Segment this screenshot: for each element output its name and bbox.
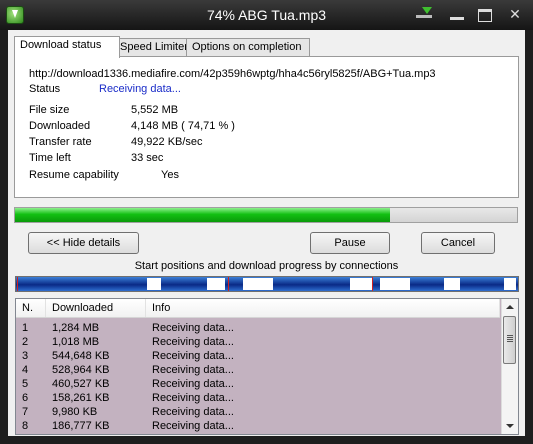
table-row[interactable]: 3 544,648 KB Receiving data...	[16, 349, 500, 363]
status-value: Receiving data...	[99, 83, 181, 95]
row-downloaded: 528,964 KB	[52, 364, 110, 376]
dialog-client: Download status Speed Limiter Options on…	[8, 30, 525, 436]
file-size-label: File size	[29, 104, 70, 116]
scroll-down-icon[interactable]	[502, 418, 518, 434]
row-number: 6	[22, 392, 29, 404]
list-scrollbar[interactable]	[501, 299, 518, 434]
row-info: Receiving data...	[152, 392, 234, 404]
tab-speed-limiter[interactable]: Speed Limiter	[114, 38, 194, 57]
row-info: Receiving data...	[152, 420, 234, 432]
row-downloaded: 9,980 KB	[52, 406, 98, 418]
list-header: N. Downloaded Info	[16, 299, 500, 318]
maximize-button[interactable]	[474, 6, 496, 22]
tab-download-status[interactable]: Download status	[14, 36, 120, 58]
connection-marker	[17, 277, 18, 291]
connection-gap	[207, 278, 225, 290]
column-header-info[interactable]: Info	[146, 299, 500, 317]
row-info: Receiving data...	[152, 322, 234, 334]
row-number: 2	[22, 336, 29, 348]
row-downloaded: 1,284 MB	[52, 322, 100, 334]
tab-options-on-completion[interactable]: Options on completion	[186, 38, 310, 57]
connection-gap	[380, 278, 410, 290]
table-row[interactable]: 4 528,964 KB Receiving data...	[16, 363, 500, 377]
resume-capability-label: Resume capability	[29, 169, 119, 181]
column-header-number[interactable]: N.	[16, 299, 46, 317]
row-downloaded: 460,527 KB	[52, 378, 110, 390]
downloaded-label: Downloaded	[29, 120, 91, 132]
table-row[interactable]: 8 186,777 KB Receiving data...	[16, 419, 500, 433]
pause-button[interactable]: Pause	[310, 232, 390, 254]
connection-gap	[444, 278, 460, 290]
time-left-label: Time left	[29, 152, 71, 164]
download-status-panel: http://download1336.mediafire.com/42p359…	[14, 56, 519, 198]
row-number: 1	[22, 322, 29, 334]
download-progress-fill	[15, 208, 390, 222]
row-downloaded: 544,648 KB	[52, 350, 110, 362]
download-to-tray-icon[interactable]	[413, 6, 435, 22]
table-row[interactable]: 7 9,980 KB Receiving data...	[16, 405, 500, 419]
row-number: 7	[22, 406, 29, 418]
time-left-value: 33 sec	[131, 152, 164, 164]
cancel-button[interactable]: Cancel	[421, 232, 495, 254]
downloaded-value: 4,148 MB ( 74,71 % )	[131, 120, 235, 132]
connections-caption: Start positions and download progress by…	[134, 260, 399, 272]
table-row[interactable]: 1 1,284 MB Receiving data...	[16, 321, 500, 335]
download-window: 74% ABG Tua.mp3 ✕ Download status Speed …	[0, 0, 533, 444]
connection-marker	[372, 277, 373, 291]
status-label: Status	[29, 83, 61, 95]
title-bar[interactable]: 74% ABG Tua.mp3 ✕	[0, 0, 533, 30]
row-number: 8	[22, 420, 29, 432]
connections-progress-bar	[15, 276, 519, 292]
row-number: 4	[22, 364, 29, 376]
table-row[interactable]: 5 460,527 KB Receiving data...	[16, 377, 500, 391]
table-row[interactable]: 2 1,018 MB Receiving data...	[16, 335, 500, 349]
row-downloaded: 186,777 KB	[52, 420, 110, 432]
row-info: Receiving data...	[152, 364, 234, 376]
connection-marker	[228, 277, 229, 291]
row-info: Receiving data...	[152, 406, 234, 418]
connections-list[interactable]: N. Downloaded Info 1 1,284 MB Receiving da…	[15, 298, 519, 435]
connection-gap	[147, 278, 161, 290]
transfer-rate-value: 49,922 KB/sec	[131, 136, 203, 148]
transfer-rate-label: Transfer rate	[29, 136, 92, 148]
download-url: http://download1336.mediafire.com/42p359…	[29, 68, 436, 80]
connection-gap	[504, 278, 516, 290]
thumb-grip-icon	[507, 335, 513, 336]
row-downloaded: 158,261 KB	[52, 392, 110, 404]
download-progress-bar	[14, 207, 518, 223]
column-header-downloaded[interactable]: Downloaded	[46, 299, 146, 317]
connection-gap	[350, 278, 372, 290]
row-number: 3	[22, 350, 29, 362]
hide-details-button[interactable]: << Hide details	[28, 232, 139, 254]
scroll-thumb[interactable]	[503, 316, 516, 364]
row-info: Receiving data...	[152, 350, 234, 362]
table-row[interactable]: 6 158,261 KB Receiving data...	[16, 391, 500, 405]
scroll-up-icon[interactable]	[502, 299, 518, 315]
connection-gap	[243, 278, 273, 290]
resume-capability-value: Yes	[161, 169, 179, 181]
file-size-value: 5,552 MB	[131, 104, 179, 116]
row-number: 5	[22, 378, 29, 390]
row-info: Receiving data...	[152, 336, 234, 348]
close-button[interactable]: ✕	[504, 6, 526, 22]
row-downloaded: 1,018 MB	[52, 336, 100, 348]
minimize-button[interactable]	[446, 6, 468, 22]
row-info: Receiving data...	[152, 378, 234, 390]
